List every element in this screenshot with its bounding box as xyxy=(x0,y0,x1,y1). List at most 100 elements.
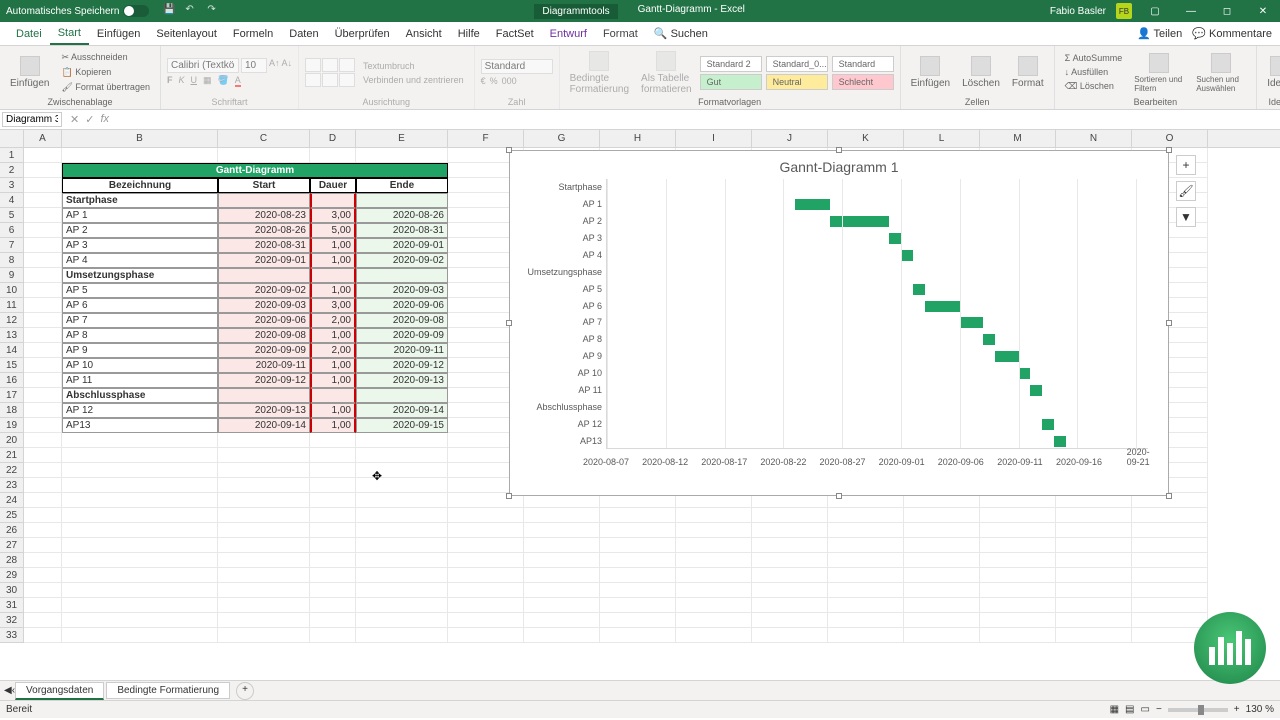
row-12[interactable]: 12 xyxy=(0,313,23,328)
sheet-nav-first-icon[interactable]: ◀ xyxy=(4,685,12,696)
font-size-select[interactable] xyxy=(241,58,267,73)
col-A[interactable]: A xyxy=(24,130,62,147)
style-standard[interactable]: Standard xyxy=(832,56,894,72)
format-painter-button[interactable]: 🖌 Format übertragen xyxy=(57,81,153,94)
tab-home[interactable]: Start xyxy=(50,23,89,45)
row-30[interactable]: 30 xyxy=(0,583,23,598)
column-headers[interactable]: A B C D E F G H I J K L M N O xyxy=(0,130,1280,148)
view-page-icon[interactable]: ▤ xyxy=(1125,704,1134,715)
tab-file[interactable]: Datei xyxy=(8,24,50,44)
chart-handle[interactable] xyxy=(506,493,512,499)
chart-elements-icon[interactable]: + xyxy=(1176,155,1196,175)
tab-data[interactable]: Daten xyxy=(281,24,326,44)
row-14[interactable]: 14 xyxy=(0,343,23,358)
style-standard0[interactable]: Standard_0... xyxy=(766,56,828,72)
col-N[interactable]: N xyxy=(1056,130,1132,147)
maximize-icon[interactable]: ◻ xyxy=(1214,6,1240,17)
bold-button[interactable]: F xyxy=(167,75,173,87)
col-I[interactable]: I xyxy=(676,130,752,147)
col-G[interactable]: G xyxy=(524,130,600,147)
cells-area[interactable]: Gantt-DiagrammBezeichnungStartDauerEndeS… xyxy=(24,148,1280,680)
font-name-select[interactable] xyxy=(167,58,239,73)
formula-input[interactable] xyxy=(115,112,1280,127)
style-schlecht[interactable]: Schlecht xyxy=(832,74,894,90)
clear-button[interactable]: ⌫ Löschen xyxy=(1061,80,1127,93)
row-5[interactable]: 5 xyxy=(0,208,23,223)
redo-icon[interactable]: ↷ xyxy=(207,4,221,18)
row-24[interactable]: 24 xyxy=(0,493,23,508)
ribbon-options-icon[interactable]: ▢ xyxy=(1142,6,1168,17)
zoom-out-icon[interactable]: − xyxy=(1156,704,1162,715)
col-L[interactable]: L xyxy=(904,130,980,147)
chart-bar[interactable] xyxy=(901,250,913,261)
zoom-in-icon[interactable]: + xyxy=(1234,704,1240,715)
row-9[interactable]: 9 xyxy=(0,268,23,283)
toggle-switch[interactable] xyxy=(123,5,149,17)
chart-bar[interactable] xyxy=(925,301,960,312)
row-11[interactable]: 11 xyxy=(0,298,23,313)
autosum-button[interactable]: Σ AutoSumme xyxy=(1061,52,1127,64)
chart-handle[interactable] xyxy=(836,493,842,499)
close-icon[interactable]: ✕ xyxy=(1250,6,1276,17)
insert-cells-button[interactable]: Einfügen xyxy=(907,54,954,91)
row-7[interactable]: 7 xyxy=(0,238,23,253)
percent-icon[interactable]: % xyxy=(490,76,498,86)
chart-handle[interactable] xyxy=(1166,147,1172,153)
chart-styles-icon[interactable]: 🖌 xyxy=(1176,181,1196,201)
grow-font-icon[interactable]: A↑ xyxy=(269,58,280,73)
alignment-buttons[interactable] xyxy=(305,58,355,87)
chart-handle[interactable] xyxy=(506,147,512,153)
col-O[interactable]: O xyxy=(1132,130,1208,147)
chart-bar[interactable] xyxy=(830,216,889,227)
tab-formulas[interactable]: Formeln xyxy=(225,24,281,44)
font-color-icon[interactable]: A xyxy=(235,75,241,87)
chart-title[interactable]: Gannt-Diagramm 1 xyxy=(510,151,1168,179)
sheet-tab-active[interactable]: Vorgangsdaten xyxy=(15,682,104,700)
row-27[interactable]: 27 xyxy=(0,538,23,553)
border-icon[interactable]: ▦ xyxy=(203,75,212,87)
chart-bar[interactable] xyxy=(889,233,901,244)
tab-format[interactable]: Format xyxy=(595,24,646,44)
row-33[interactable]: 33 xyxy=(0,628,23,643)
enter-icon[interactable]: ✓ xyxy=(85,113,94,126)
gantt-chart[interactable]: Gannt-Diagramm 1 StartphaseAP 1AP 2AP 3A… xyxy=(509,150,1169,496)
style-gut[interactable]: Gut xyxy=(700,74,762,90)
autosave-toggle[interactable]: Automatisches Speichern xyxy=(0,5,155,17)
zoom-slider[interactable] xyxy=(1168,708,1228,712)
tab-pagelayout[interactable]: Seitenlayout xyxy=(148,24,225,44)
chart-bar[interactable] xyxy=(983,334,995,345)
chart-filter-icon[interactable]: ▼ xyxy=(1176,207,1196,227)
chart-bar[interactable] xyxy=(1030,385,1042,396)
tab-design[interactable]: Entwurf xyxy=(542,24,595,44)
share-button[interactable]: 👤 Teilen xyxy=(1137,27,1182,40)
row-21[interactable]: 21 xyxy=(0,448,23,463)
row-4[interactable]: 4 xyxy=(0,193,23,208)
save-icon[interactable]: 💾 xyxy=(163,4,177,18)
view-normal-icon[interactable]: ▦ xyxy=(1110,704,1119,715)
cut-button[interactable]: ✂ Ausschneiden xyxy=(57,51,153,64)
chart-handle[interactable] xyxy=(836,147,842,153)
copy-button[interactable]: 📋 Kopieren xyxy=(57,66,153,79)
chart-bar[interactable] xyxy=(1019,368,1031,379)
chart-bar[interactable] xyxy=(795,199,830,210)
row-22[interactable]: 22 xyxy=(0,463,23,478)
tab-help[interactable]: Hilfe xyxy=(450,24,488,44)
style-neutral[interactable]: Neutral xyxy=(766,74,828,90)
find-select-button[interactable]: Suchen und Auswählen xyxy=(1192,51,1250,95)
row-19[interactable]: 19 xyxy=(0,418,23,433)
col-D[interactable]: D xyxy=(310,130,356,147)
fill-color-icon[interactable]: 🪣 xyxy=(218,75,229,87)
col-B[interactable]: B xyxy=(62,130,218,147)
chart-handle[interactable] xyxy=(506,320,512,326)
tab-insert[interactable]: Einfügen xyxy=(89,24,148,44)
row-16[interactable]: 16 xyxy=(0,373,23,388)
tab-view[interactable]: Ansicht xyxy=(398,24,450,44)
row-17[interactable]: 17 xyxy=(0,388,23,403)
row-23[interactable]: 23 xyxy=(0,478,23,493)
merge-button[interactable]: Verbinden und zentrieren xyxy=(359,74,468,86)
fx-icon[interactable]: fx xyxy=(100,113,109,126)
row-2[interactable]: 2 xyxy=(0,163,23,178)
chart-handle[interactable] xyxy=(1166,320,1172,326)
user-avatar[interactable]: FB xyxy=(1116,3,1132,19)
chart-bar[interactable] xyxy=(1054,436,1066,447)
